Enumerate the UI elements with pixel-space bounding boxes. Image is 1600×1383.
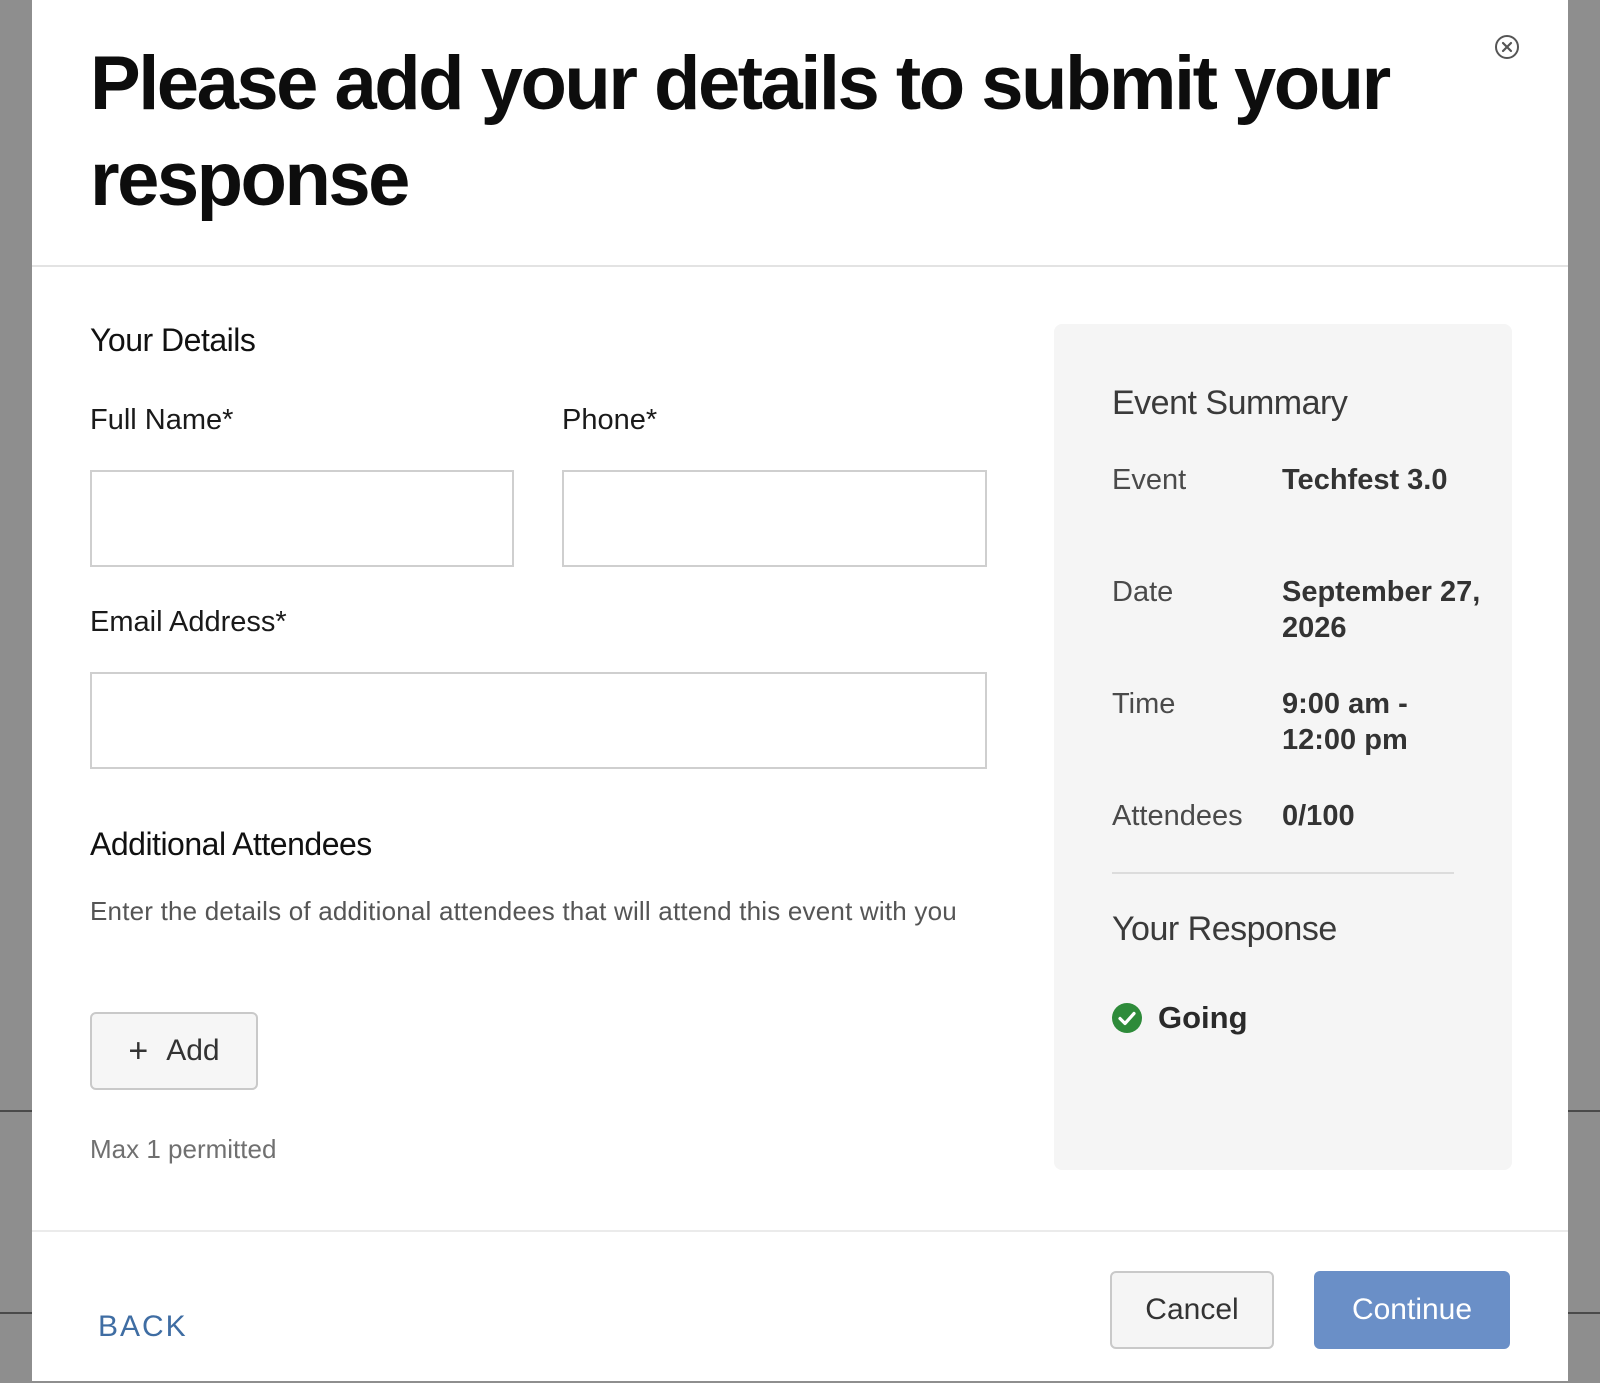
modal-footer: BACK Cancel Continue — [32, 1230, 1568, 1383]
modal-title: Please add your details to submit your r… — [90, 41, 1391, 222]
rsvp-modal: Please add your details to submit your r… — [32, 0, 1568, 1381]
close-circle-icon — [1494, 34, 1520, 60]
backdrop-line-right-bottom — [1568, 1312, 1600, 1314]
response-status: Going — [1112, 1000, 1248, 1036]
summary-date-value: September 27, 2026 — [1282, 576, 1481, 644]
phone-input[interactable] — [562, 470, 987, 567]
close-button[interactable] — [1494, 34, 1520, 60]
full-name-label: Full Name* — [90, 404, 234, 436]
summary-divider — [1112, 872, 1454, 874]
summary-date-label: Date — [1112, 576, 1174, 608]
backdrop-line-left-bottom — [0, 1312, 32, 1314]
backdrop-line-right-top — [1568, 1110, 1600, 1112]
max-attendees-note: Max 1 permitted — [90, 1134, 277, 1164]
summary-time-value: 9:00 am - 12:00 pm — [1282, 688, 1408, 756]
email-label: Email Address* — [90, 606, 287, 638]
additional-attendees-help: Enter the details of additional attendee… — [90, 896, 957, 926]
full-name-input[interactable] — [90, 470, 514, 567]
add-attendee-label: Add — [166, 1034, 220, 1067]
response-value: Going — [1158, 1000, 1248, 1035]
your-response-heading: Your Response — [1112, 910, 1337, 948]
summary-event-value: Techfest 3.0 — [1282, 464, 1448, 496]
plus-icon: + — [128, 1032, 149, 1070]
backdrop-line-left-top — [0, 1110, 32, 1112]
your-details-heading: Your Details — [90, 322, 256, 358]
cancel-button[interactable]: Cancel — [1110, 1271, 1274, 1349]
phone-label: Phone* — [562, 404, 658, 436]
modal-header: Please add your details to submit your r… — [32, 0, 1568, 267]
event-summary-heading: Event Summary — [1112, 384, 1348, 422]
summary-attendees-label: Attendees — [1112, 800, 1243, 832]
event-summary-panel: Event Summary Event Techfest 3.0 Date Se… — [1054, 324, 1512, 1170]
summary-event-label: Event — [1112, 464, 1187, 496]
summary-attendees-value: 0/100 — [1282, 800, 1355, 832]
email-input[interactable] — [90, 672, 987, 769]
check-circle-icon — [1112, 1003, 1142, 1033]
additional-attendees-heading: Additional Attendees — [90, 826, 372, 862]
summary-time-label: Time — [1112, 688, 1176, 720]
back-button[interactable]: BACK — [98, 1310, 188, 1344]
continue-button[interactable]: Continue — [1314, 1271, 1510, 1349]
add-attendee-button[interactable]: + Add — [90, 1012, 258, 1090]
